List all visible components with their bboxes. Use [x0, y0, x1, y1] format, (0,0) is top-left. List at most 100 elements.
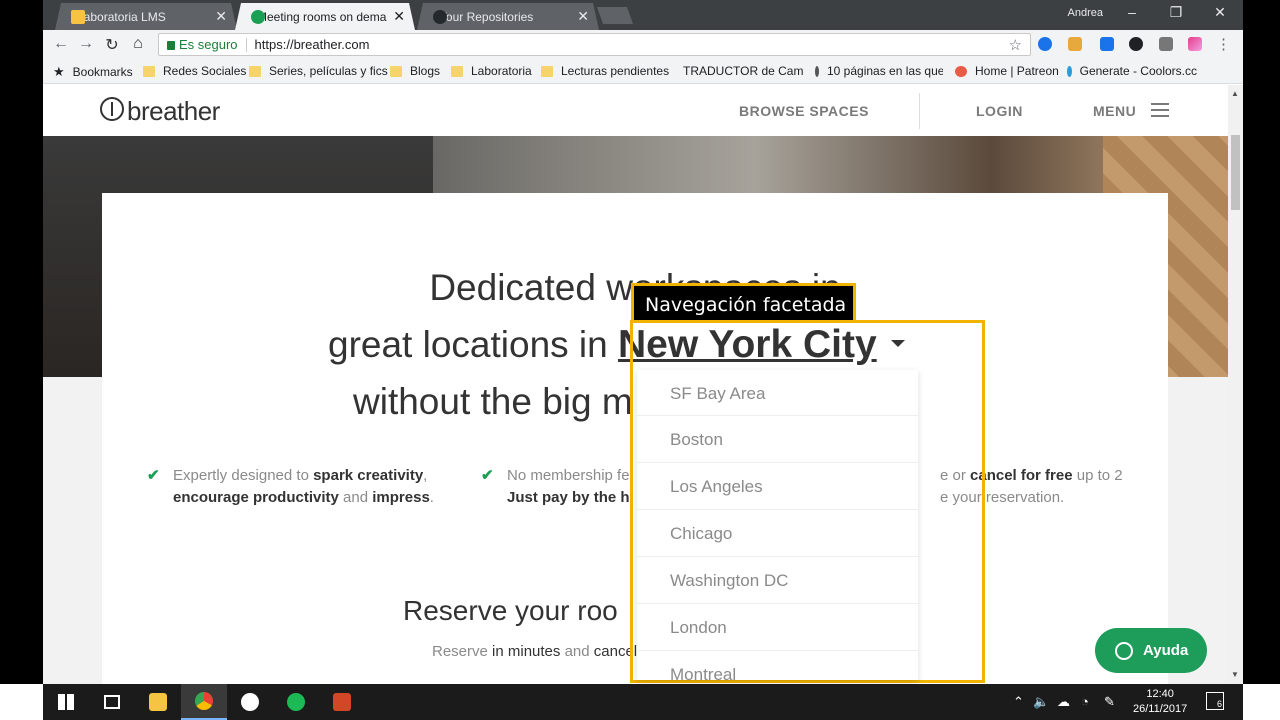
annotation-label: Navegación facetada: [631, 283, 856, 322]
secure-label: Es seguro: [179, 37, 238, 52]
onedrive-icon[interactable]: ☁: [1057, 694, 1070, 710]
omnibox-divider: [245, 37, 247, 52]
hamburger-menu-icon[interactable]: [1151, 103, 1169, 117]
extension-icon[interactable]: [1068, 37, 1082, 51]
city-option[interactable]: SF Bay Area: [637, 370, 918, 416]
screen-margin-right: [1243, 0, 1280, 684]
spotify-icon: [287, 693, 305, 711]
bookmark-folder[interactable]: Lecturas pendientes: [541, 64, 669, 78]
bookmark-folder[interactable]: Laboratoria: [451, 64, 532, 78]
patreon-icon: [955, 65, 967, 77]
bookmarks-bar: ★ Bookmarks Redes Sociales Series, pelícu…: [43, 59, 1243, 84]
screen-margin-left: [0, 0, 43, 684]
folder-icon: [143, 65, 155, 77]
tab-laboratoria-lms[interactable]: Laboratoria LMS ✕: [55, 3, 237, 30]
bookmark-folder[interactable]: Blogs: [390, 64, 440, 78]
screen: { "browser": { "tabs": [ {"label": "Labo…: [0, 0, 1280, 720]
menu-link[interactable]: MENU: [1093, 103, 1136, 119]
task-view-icon: [104, 695, 120, 709]
close-tab-icon[interactable]: ✕: [215, 8, 227, 25]
show-hidden-icons-icon[interactable]: ⌃: [1013, 694, 1024, 710]
start-button[interactable]: [43, 684, 89, 720]
headline-prefix: great locations in: [328, 324, 608, 365]
forward-arrow-icon[interactable]: →: [76, 35, 96, 53]
action-center-icon[interactable]: 6: [1206, 692, 1224, 710]
folder-icon: [149, 693, 167, 711]
taskbar-app[interactable]: [227, 684, 273, 720]
extension-icon[interactable]: [1038, 37, 1052, 51]
reserve-subtitle: Reserve in minutes and cancel: [432, 643, 638, 660]
bookmark-item[interactable]: ★ Bookmarks: [53, 64, 133, 80]
city-option[interactable]: Washington DC: [637, 557, 918, 604]
tab-label: Laboratoria LMS: [77, 9, 166, 24]
folder-icon: [541, 65, 553, 77]
folder-icon: [390, 65, 402, 77]
taskbar-powerpoint[interactable]: [319, 684, 365, 720]
folder-icon: [451, 65, 463, 77]
chrome-icon: [195, 692, 213, 710]
bookmark-item[interactable]: Generate - Coolors.cc: [1067, 64, 1197, 78]
coolors-icon: [1067, 65, 1072, 77]
address-bar[interactable]: Es seguro https://breather.com ☆: [158, 33, 1031, 56]
star-icon: ★: [53, 64, 65, 79]
browser-toolbar: ← → ↻ ⌂ Es seguro https://breather.com ☆…: [43, 30, 1243, 59]
scroll-thumb[interactable]: [1231, 135, 1240, 210]
tab-label: Meeting rooms on dema: [257, 9, 387, 24]
pen-icon[interactable]: ✎: [1104, 694, 1115, 710]
camera-extension-icon[interactable]: [1159, 37, 1173, 51]
feature-item: ✔ Expertly designed to spark creativity,…: [147, 467, 434, 506]
help-button-label: Ayuda: [1143, 642, 1189, 659]
browse-spaces-link[interactable]: BROWSE SPACES: [739, 103, 869, 119]
task-view-button[interactable]: [89, 684, 135, 720]
nav-divider: [919, 93, 920, 129]
minimize-window-button[interactable]: –: [1117, 4, 1147, 20]
close-tab-icon[interactable]: ✕: [393, 8, 405, 25]
tab-github[interactable]: Your Repositories ✕: [417, 3, 599, 30]
city-option[interactable]: London: [637, 604, 918, 651]
help-chat-button[interactable]: Ayuda: [1095, 628, 1207, 673]
close-tab-icon[interactable]: ✕: [577, 8, 589, 25]
taskbar-clock[interactable]: 12:40 26/11/2017: [1133, 687, 1187, 717]
city-option[interactable]: Boston: [637, 416, 918, 463]
url-text[interactable]: https://breather.com: [255, 37, 370, 52]
reload-icon[interactable]: ↻: [102, 35, 122, 55]
bookmark-item[interactable]: Home | Patreon: [955, 64, 1059, 78]
home-icon[interactable]: ⌂: [128, 35, 148, 53]
city-option[interactable]: Montreal: [637, 651, 918, 680]
wifi-icon[interactable]: ◔: [1081, 694, 1089, 709]
scroll-up-icon[interactable]: ▲: [1231, 89, 1239, 98]
extension-icon[interactable]: [1100, 37, 1114, 51]
windows-logo-icon: [58, 694, 74, 710]
taskbar-file-explorer[interactable]: [135, 684, 181, 720]
volume-icon[interactable]: 🔈: [1033, 694, 1049, 710]
bookmark-item[interactable]: TRADUCTOR de Cam: [675, 64, 803, 78]
tab-breather[interactable]: Meeting rooms on dema ✕: [235, 3, 415, 30]
site-header: breather BROWSE SPACES LOGIN MENU: [43, 85, 1228, 136]
bookmark-star-icon[interactable]: ☆: [1009, 36, 1022, 54]
login-link[interactable]: LOGIN: [976, 103, 1023, 119]
extension-icon[interactable]: [1188, 37, 1202, 51]
profile-name[interactable]: Andrea: [1068, 7, 1103, 19]
new-tab-button[interactable]: [596, 7, 634, 24]
taskbar-chrome[interactable]: [181, 684, 227, 720]
site-logo[interactable]: breather: [127, 96, 220, 127]
scroll-down-icon[interactable]: ▼: [1231, 670, 1239, 679]
app-icon: [241, 693, 259, 711]
reserve-title: Reserve your roo: [403, 595, 618, 626]
browser-menu-icon[interactable]: ⋮: [1216, 35, 1231, 53]
page-scrollbar[interactable]: ▲ ▼: [1228, 85, 1243, 684]
extension-icon[interactable]: [1129, 37, 1143, 51]
maximize-window-button[interactable]: ❐: [1161, 4, 1191, 21]
city-option[interactable]: Chicago: [637, 510, 918, 557]
close-window-button[interactable]: ✕: [1205, 4, 1235, 21]
laboratoria-favicon-icon: [71, 10, 85, 24]
city-option[interactable]: Los Angeles: [637, 463, 918, 510]
bookmark-folder[interactable]: Redes Sociales: [143, 64, 246, 78]
back-arrow-icon[interactable]: ←: [51, 35, 71, 53]
taskbar-spotify[interactable]: [273, 684, 319, 720]
breather-logo-icon[interactable]: [100, 97, 124, 121]
bookmark-item[interactable]: 10 páginas en las que: [815, 64, 943, 78]
bookmark-folder[interactable]: Series, películas y fics: [249, 64, 388, 78]
breather-favicon-icon: [251, 10, 265, 24]
check-icon: ✔: [481, 467, 494, 484]
